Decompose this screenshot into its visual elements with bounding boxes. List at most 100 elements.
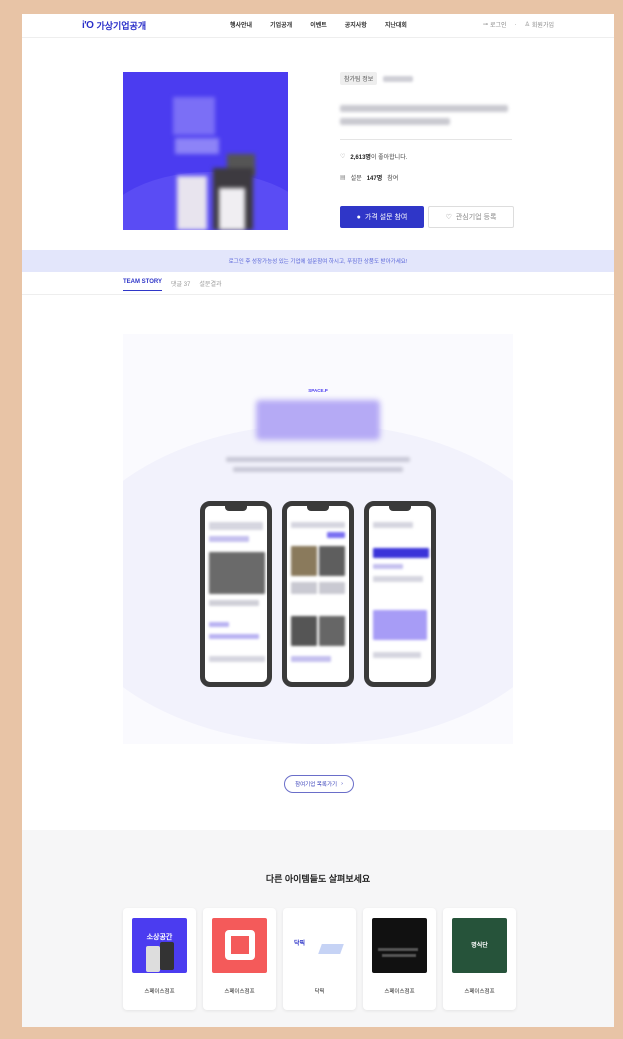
tab-survey-results[interactable]: 설문결과 — [199, 279, 221, 291]
hero-actions: ● 가격 설문 참여 ♡ 관심기업 등록 — [340, 206, 514, 228]
thumb-text: 닥픽 — [294, 941, 306, 947]
item-thumbnail: 소상공간 — [132, 918, 187, 973]
item-card[interactable]: 스페이스점프 — [203, 908, 276, 1010]
nav-item-notice[interactable]: 공지사항 — [345, 20, 367, 29]
survey-suffix: 참여 — [387, 176, 399, 182]
item-thumbnail: 닥픽 — [292, 918, 347, 973]
participant-list-button[interactable]: 참여기업 목록가기 › — [284, 775, 354, 793]
item-card[interactable]: 닥픽 닥픽 — [283, 908, 356, 1010]
favorite-company-button[interactable]: ♡ 관심기업 등록 — [428, 206, 514, 228]
favorite-company-label: 관심기업 등록 — [455, 214, 497, 221]
signup-link[interactable]: ♙ 회원가입 — [525, 20, 554, 29]
other-items-title: 다른 아이템들도 살펴보세요 — [265, 874, 371, 884]
hero-pixel — [175, 138, 219, 154]
item-name: 스페이스점프 — [464, 989, 495, 995]
item-card[interactable]: 명식단 스페이스점프 — [443, 908, 516, 1010]
likes-suffix: 이 좋아합니다. — [370, 155, 408, 161]
item-name: 스페이스점프 — [144, 989, 175, 995]
heart-icon: ♡ — [340, 154, 346, 160]
item-name: 닥픽 — [314, 989, 325, 995]
item-card[interactable]: 소상공간 스페이스점프 — [123, 908, 196, 1010]
thumb-graphic — [378, 948, 418, 951]
tab-team-story[interactable]: TEAM STORY — [123, 279, 163, 291]
nav-item-event-info[interactable]: 행사안내 — [230, 20, 252, 29]
story-headline-blurred — [256, 400, 380, 440]
heart-outline-icon: ♡ — [445, 214, 452, 221]
blur-block — [209, 634, 259, 639]
page-frame: i'O 가상기업공개 행사안내 기업공개 이벤트 공지사항 지난대회 ⊸ 로그인… — [22, 14, 614, 1027]
blur-block — [209, 656, 265, 662]
thumb-phone — [146, 946, 160, 972]
hero-pixel — [177, 176, 207, 230]
survey-stat: ▤ 설문 147명 참여 — [340, 173, 512, 182]
item-card[interactable]: 스페이스점프 — [363, 908, 436, 1010]
blur-block — [209, 522, 263, 530]
thumb-graphic — [318, 944, 344, 954]
blur-block — [327, 532, 345, 538]
blur-block — [209, 622, 229, 627]
blur-block — [319, 582, 345, 594]
thumb-text: 소상공간 — [146, 934, 173, 941]
other-items-list: 소상공간 스페이스점프 스페이스점프 닥픽 닥픽 스페이스점프 명식단 스페이스… — [123, 908, 516, 1010]
logo[interactable]: i'O 가상기업공개 — [82, 19, 146, 32]
blur-block — [373, 564, 403, 569]
blur-block — [209, 600, 259, 606]
phone-mockup — [200, 501, 272, 687]
blur-block — [319, 546, 345, 576]
likes-count: 2,613명 — [350, 155, 371, 161]
item-thumbnail — [212, 918, 267, 973]
login-link[interactable]: ⊸ 로그인 — [483, 20, 507, 29]
phone-notch — [389, 506, 411, 511]
team-story-image: SPACE.P — [123, 334, 513, 744]
blur-block — [209, 552, 265, 594]
blur-block — [373, 610, 427, 640]
nav-item-ipo[interactable]: 기업공개 — [270, 20, 292, 29]
tab-comments[interactable]: 댓글 37 — [171, 279, 190, 291]
document-icon: ▤ — [340, 175, 346, 181]
blur-block — [373, 522, 413, 528]
blur-block — [319, 616, 345, 646]
book-icon — [225, 930, 255, 960]
hero-pixel — [219, 188, 245, 230]
nav-item-past[interactable]: 지난대회 — [385, 20, 407, 29]
content-tabs: TEAM STORY 댓글 37 설문결과 — [123, 279, 222, 291]
item-name: 스페이스점프 — [224, 989, 255, 995]
phone-mockup — [364, 501, 436, 687]
story-label: SPACE.P — [308, 388, 328, 393]
blur-block — [291, 582, 317, 594]
blur-block — [291, 546, 317, 576]
thumb-phone — [160, 942, 174, 970]
signup-label: 회원가입 — [531, 23, 554, 29]
likes-stat: ♡ 2,613명이 좋아합니다. — [340, 152, 512, 161]
survey-label: 설문 — [350, 176, 362, 182]
headline-block — [256, 400, 380, 440]
team-info: 참가팀 정보 ♡ 2,613명이 좋아합니다. ▤ 설문 147명 참여 — [340, 72, 512, 182]
price-survey-button[interactable]: ● 가격 설문 참여 — [340, 206, 424, 228]
team-description-blurred — [340, 105, 512, 125]
phone-notch — [307, 506, 329, 511]
team-hero-image — [123, 72, 288, 230]
phone-mockup — [282, 501, 354, 687]
logo-text: 가상기업공개 — [96, 21, 147, 31]
nav-item-events[interactable]: 이벤트 — [310, 20, 327, 29]
blur-block — [373, 548, 429, 558]
login-label: 로그인 — [489, 23, 507, 29]
dot-icon: ● — [356, 213, 361, 221]
survey-count: 147명 — [366, 176, 383, 182]
tag-row: 참가팀 정보 — [340, 72, 512, 85]
thumb-text: 명식단 — [471, 943, 488, 949]
tab-underline — [22, 294, 614, 295]
user-icon: ♙ — [524, 22, 530, 28]
thumb-graphic — [382, 954, 416, 957]
blur-block — [373, 576, 423, 582]
story-subtext-blurred — [233, 467, 403, 472]
story-subtext-blurred — [226, 457, 410, 462]
auth-links: ⊸ 로그인 · ♙ 회원가입 — [483, 20, 554, 30]
likes-text: 2,613명이 좋아합니다. — [350, 152, 407, 161]
chevron-right-icon: › — [341, 781, 343, 787]
item-thumbnail: 명식단 — [452, 918, 507, 973]
banner-text: 로그인 후 성장가능성 있는 기업에 설문참여 하시고, 푸짐한 상품도 받아가… — [228, 259, 408, 265]
team-name-blurred — [383, 75, 414, 82]
blur-block — [291, 522, 345, 528]
login-banner[interactable]: 로그인 후 성장가능성 있는 기업에 설문참여 하시고, 푸짐한 상품도 받아가… — [22, 250, 614, 272]
